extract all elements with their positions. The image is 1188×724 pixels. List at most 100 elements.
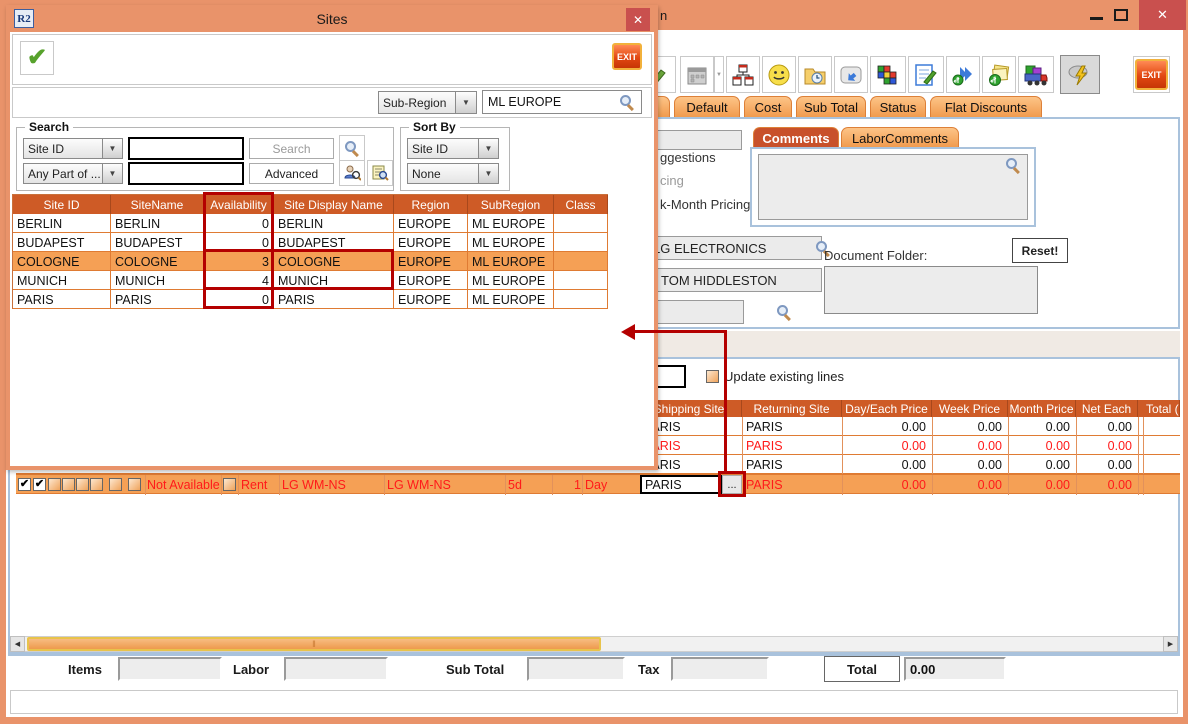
totals-divider: [8, 654, 1180, 656]
sites-dialog: R2 Sites ✕ ✔ EXIT Sub-Region ▼ ML EUROPE…: [6, 5, 658, 470]
advanced-button[interactable]: Advanced: [249, 163, 334, 184]
extra-search-icon[interactable]: [777, 305, 791, 319]
row-checkbox[interactable]: [109, 478, 122, 491]
shortcut-toolbar-button[interactable]: [834, 56, 868, 93]
col-net-each[interactable]: Net Each: [1076, 400, 1138, 417]
pricing-label-fragment: cing: [660, 173, 684, 188]
sort1-combo[interactable]: Site ID: [407, 138, 479, 159]
tab-sub-total[interactable]: Sub Total: [796, 96, 866, 118]
subtotal-label: Sub Total: [446, 662, 504, 677]
site-row-berlin[interactable]: BERLIN BERLIN 0 BERLIN EUROPE ML EUROPE: [13, 214, 608, 233]
annotation-arrow-horizontal-line: [634, 330, 727, 333]
reset-button[interactable]: Reset!: [1012, 238, 1068, 263]
stacked-cubes-icon: [875, 62, 901, 88]
contact-field[interactable]: TOM HIDDLESTON: [638, 268, 822, 292]
search-input-2[interactable]: [128, 162, 244, 185]
search-button[interactable]: Search: [249, 138, 334, 159]
maximize-icon[interactable]: [1114, 9, 1128, 21]
folder-history-toolbar-button[interactable]: [798, 56, 832, 93]
total-button[interactable]: Total: [824, 656, 900, 682]
search-field-combo[interactable]: Site ID: [23, 138, 103, 159]
vendor-field[interactable]: LG ELECTRONICS: [638, 236, 822, 260]
month-price-cell: 0.00: [1010, 420, 1070, 434]
search-field-combo-arrow[interactable]: ▼: [103, 138, 123, 159]
filter-search-input[interactable]: ML EUROPE: [482, 90, 642, 114]
net-each-cell: 0.00: [1078, 478, 1132, 492]
col-day-each-price[interactable]: Day/Each Price: [842, 400, 932, 417]
filter-search-icon[interactable]: [620, 95, 634, 109]
comments-textarea[interactable]: [758, 154, 1028, 220]
col-month-price[interactable]: Month Price: [1008, 400, 1076, 417]
main-exit-button-frame[interactable]: EXIT: [1133, 56, 1170, 93]
confirm-selection-button[interactable]: ✔: [20, 41, 54, 75]
tab-cost[interactable]: Cost: [744, 96, 792, 118]
calendar-toolbar-button[interactable]: [680, 56, 714, 93]
site-row-paris[interactable]: PARIS PARIS 0 PARIS EUROPE ML EUROPE: [13, 290, 608, 309]
col-region[interactable]: Region: [394, 195, 468, 214]
screen: n ✕ ▼ EXIT Default Cost: [0, 0, 1188, 724]
notes-toolbar-button[interactable]: [908, 56, 944, 93]
col-site-id[interactable]: Site ID: [13, 195, 111, 214]
search-input-1[interactable]: [128, 137, 244, 160]
dialog-close-button[interactable]: ✕: [626, 8, 650, 31]
chevron-down-icon: ▼: [109, 169, 117, 178]
tab-flat-discounts[interactable]: Flat Discounts: [930, 96, 1042, 118]
sort2-combo-arrow[interactable]: ▼: [479, 163, 499, 184]
shipping-toolbar-button[interactable]: [1018, 56, 1054, 93]
chevron-down-icon: ▼: [109, 144, 117, 153]
org-chart-toolbar-button[interactable]: [726, 56, 760, 93]
transfer-charges-toolbar-button[interactable]: [946, 56, 980, 93]
search-lookup-button[interactable]: [339, 135, 365, 161]
filter-combo-arrow[interactable]: ▼: [456, 91, 477, 114]
advanced-lookup-button[interactable]: [367, 160, 393, 186]
grid-row-selected[interactable]: ✔ ✔ Not Available Rent LG WM-NS LG WM-NS…: [16, 474, 1180, 494]
right-arrow-icon: ▶: [1168, 640, 1173, 648]
tab-status[interactable]: Status: [870, 96, 926, 118]
subregion-cell: ML EUROPE: [468, 290, 554, 309]
calendar-dropdown-arrow[interactable]: ▼: [714, 56, 724, 93]
row-checkbox[interactable]: [128, 478, 141, 491]
row-checkbox[interactable]: [90, 478, 103, 491]
dialog-exit-button[interactable]: EXIT: [612, 43, 642, 70]
update-existing-lines-checkbox[interactable]: [706, 370, 719, 383]
col-subregion[interactable]: SubRegion: [468, 195, 554, 214]
col-week-price[interactable]: Week Price: [932, 400, 1008, 417]
scroll-right-button[interactable]: ▶: [1163, 636, 1178, 652]
col-returning-site[interactable]: Returning Site: [742, 400, 842, 417]
sort2-combo[interactable]: None: [407, 163, 479, 184]
exit-button[interactable]: EXIT: [1135, 59, 1168, 90]
document-folder-box[interactable]: [824, 266, 1038, 314]
smiley-toolbar-button[interactable]: [762, 56, 796, 93]
tab-labor-comments[interactable]: LaborComments: [841, 127, 959, 148]
col-class[interactable]: Class: [554, 195, 608, 214]
sort1-combo-arrow[interactable]: ▼: [479, 138, 499, 159]
tax-field: [671, 657, 769, 681]
not-available-checkbox[interactable]: [223, 478, 236, 491]
scroll-left-button[interactable]: ◀: [10, 636, 25, 652]
comments-search-icon[interactable]: [1006, 158, 1020, 172]
billing-toolbar-button[interactable]: [982, 56, 1016, 93]
row-checkbox[interactable]: [48, 478, 61, 491]
row-checkbox[interactable]: [76, 478, 89, 491]
col-total[interactable]: Total (: [1143, 400, 1180, 417]
row-checkbox[interactable]: ✔: [33, 478, 46, 491]
minimize-icon[interactable]: [1090, 17, 1103, 20]
inventory-toolbar-button[interactable]: [870, 56, 906, 93]
main-close-button[interactable]: ✕: [1139, 0, 1186, 30]
not-available-label: Not Available: [147, 478, 220, 492]
filter-field-combo[interactable]: Sub-Region: [378, 91, 456, 114]
region-cell: EUROPE: [394, 290, 468, 309]
scrollbar-thumb[interactable]: ‖: [27, 637, 601, 651]
tab-default[interactable]: Default: [674, 96, 740, 118]
row-checkbox[interactable]: ✔: [18, 478, 31, 491]
tab-comments[interactable]: Comments: [753, 127, 839, 148]
person-search-button[interactable]: [339, 160, 365, 186]
shipping-site-edit-cell[interactable]: PARIS: [640, 475, 722, 494]
quick-action-toolbar-button[interactable]: [1060, 55, 1100, 94]
match-mode-combo-arrow[interactable]: ▼: [103, 163, 123, 184]
match-mode-combo[interactable]: Any Part of ...: [23, 163, 103, 184]
col-site-name[interactable]: SiteName: [111, 195, 204, 214]
item-description-cell: LG WM-NS: [387, 478, 451, 492]
row-checkbox[interactable]: [62, 478, 75, 491]
col-site-display-name[interactable]: Site Display Name: [274, 195, 394, 214]
